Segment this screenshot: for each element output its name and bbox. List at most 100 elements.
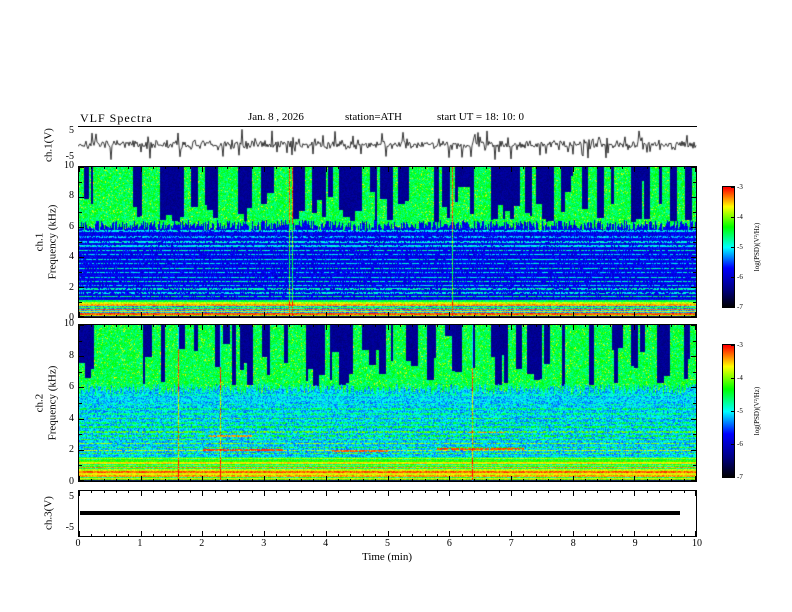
tick-mark [153, 315, 154, 317]
tick-mark [695, 531, 696, 536]
tick-mark [523, 325, 524, 327]
tick-mark [276, 491, 277, 493]
tick-mark [79, 212, 82, 213]
tick-mark [178, 325, 179, 327]
tick-mark [560, 479, 561, 481]
tick-mark [523, 534, 524, 536]
tick-mark [560, 491, 561, 493]
tick-mark [79, 387, 84, 388]
tick-mark [388, 167, 389, 172]
tick-mark [412, 325, 413, 327]
tick-mark [693, 302, 696, 303]
tick-mark [474, 325, 475, 327]
tick-mark [400, 167, 401, 169]
tick-mark [731, 378, 734, 379]
tick-mark [388, 476, 389, 481]
tick-mark [338, 534, 339, 536]
tick-mark [400, 491, 401, 493]
tick-mark [610, 325, 611, 327]
tick-mark [276, 534, 277, 536]
tick-mark [190, 167, 191, 169]
tick-mark [215, 534, 216, 536]
tick-mark [79, 242, 82, 243]
ch2-frequency-axis-label: ch.2 Frequency (kHz) [33, 366, 58, 441]
tick-mark [116, 491, 117, 493]
tick-mark [585, 325, 586, 327]
tick-mark [585, 491, 586, 493]
tick-mark [289, 315, 290, 317]
tick-mark [375, 491, 376, 493]
tick-mark [647, 534, 648, 536]
tick-mark [227, 325, 228, 327]
tick-mark [227, 479, 228, 481]
tick-mark [499, 534, 500, 536]
ch1-voltage-waveform-canvas [78, 129, 697, 160]
tick-mark [671, 315, 672, 317]
tick-mark [79, 325, 84, 326]
tick-mark [264, 167, 265, 172]
tick-mark [141, 167, 142, 172]
tick-mark [178, 167, 179, 169]
tick-mark [731, 247, 734, 248]
tick-mark [548, 167, 549, 169]
freq-tick-label: 10 [64, 318, 74, 329]
tick-mark [79, 531, 80, 536]
freq-tick-label: 4 [69, 412, 74, 424]
title-underline [78, 126, 697, 127]
tick-mark [731, 444, 734, 445]
tick-mark [693, 403, 696, 404]
tick-mark [128, 491, 129, 493]
tick-mark [400, 534, 401, 536]
tick-mark [536, 315, 537, 317]
tick-mark [215, 479, 216, 481]
tick-mark [425, 315, 426, 317]
tick-mark [116, 315, 117, 317]
tick-mark [301, 491, 302, 493]
freq-tick-label: 8 [69, 190, 74, 202]
colorbar-tick-label: -6 [737, 440, 743, 448]
tick-mark [634, 312, 635, 317]
tick-mark [128, 315, 129, 317]
tick-mark [691, 325, 696, 326]
tick-mark [239, 491, 240, 493]
tick-mark [671, 325, 672, 327]
x-tick-label: 9 [632, 538, 638, 549]
tick-mark [104, 325, 105, 327]
tick-mark [523, 167, 524, 169]
tick-mark [363, 325, 364, 327]
tick-mark [585, 479, 586, 481]
tick-mark [560, 315, 561, 317]
tick-mark [437, 325, 438, 327]
tick-mark [141, 491, 142, 496]
colorbar-1 [722, 186, 735, 308]
tick-mark [499, 479, 500, 481]
tick-mark [462, 479, 463, 481]
tick-mark [511, 476, 512, 481]
tick-mark [610, 167, 611, 169]
tick-mark [165, 479, 166, 481]
tick-mark [363, 315, 364, 317]
tick-mark [647, 315, 648, 317]
tick-mark [585, 315, 586, 317]
tick-mark [326, 325, 327, 330]
tick-mark [153, 167, 154, 169]
tick-mark [215, 325, 216, 327]
tick-mark [153, 479, 154, 481]
tick-mark [486, 315, 487, 317]
tick-mark [79, 287, 84, 288]
tick-mark [141, 312, 142, 317]
colorbar-tick-label: -4 [737, 213, 743, 221]
tick-mark [79, 480, 84, 481]
x-tick-label: 7 [508, 538, 514, 549]
tick-mark [499, 315, 500, 317]
tick-mark [597, 479, 598, 481]
tick-mark [264, 312, 265, 317]
tick-mark [548, 325, 549, 327]
tick-mark [202, 531, 203, 536]
tick-mark [695, 491, 696, 496]
tick-mark [474, 479, 475, 481]
tick-mark [573, 325, 574, 330]
x-tick-label: 2 [199, 538, 205, 549]
ch1-axis-sublabel: ch.1 [33, 232, 46, 252]
tick-mark [116, 167, 117, 169]
